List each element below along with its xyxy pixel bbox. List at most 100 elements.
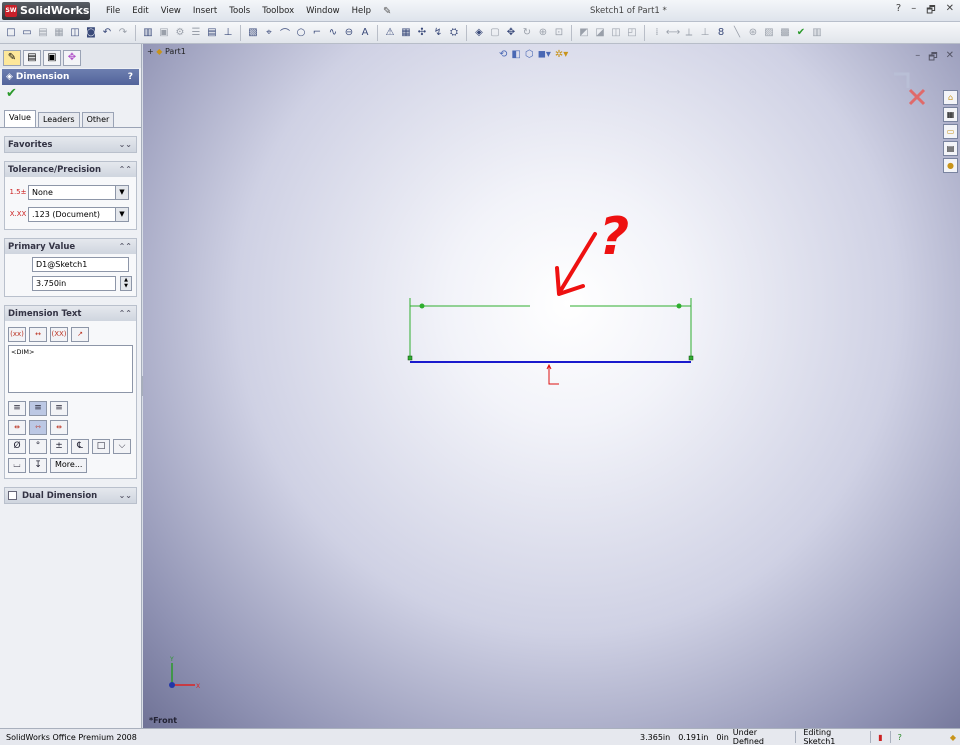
symbol-dropdown-icon[interactable]: ⌵	[113, 439, 131, 454]
relations-icon[interactable]: ⊥	[698, 26, 712, 40]
camera-icon[interactable]: ◙	[84, 26, 98, 40]
more-symbols-button[interactable]: More...	[50, 458, 88, 473]
check-icon[interactable]: ✔	[794, 26, 808, 40]
rebuild-status-icon[interactable]: ▮	[874, 733, 886, 742]
square-symbol-icon[interactable]: □	[92, 439, 110, 454]
tolerance-header[interactable]: Tolerance/Precision ⌃⌃	[5, 162, 136, 177]
plus-minus-symbol-icon[interactable]: ±	[50, 439, 68, 454]
text-position-right-icon[interactable]: ⇹	[50, 420, 68, 435]
open-folder-icon[interactable]: ▭	[20, 26, 34, 40]
menu-file[interactable]: File	[100, 6, 126, 16]
expand-chevron-icon[interactable]: ⌄⌄	[119, 491, 132, 500]
tab-leaders[interactable]: Leaders	[37, 112, 80, 127]
depth-symbol-icon[interactable]: ↧	[29, 458, 47, 473]
line-icon[interactable]: ╲	[730, 26, 744, 40]
primary-value-header[interactable]: Primary Value ⌃⌃	[5, 239, 136, 254]
move-icon[interactable]: ✥	[504, 26, 518, 40]
minimize-button[interactable]: –	[911, 3, 916, 20]
expand-chevron-icon[interactable]: ⌄⌄	[119, 140, 132, 149]
menu-help[interactable]: Help	[346, 6, 377, 16]
options-icon[interactable]: ⚙	[173, 26, 187, 40]
value-spinner[interactable]: ▲ ▼	[120, 276, 132, 291]
dual-dimension-checkbox[interactable]	[8, 491, 17, 500]
menu-window[interactable]: Window	[300, 6, 346, 16]
degree-symbol-icon[interactable]: °	[29, 439, 47, 454]
display-style-icon[interactable]: ◫	[609, 26, 623, 40]
help-icon[interactable]: ?	[896, 3, 901, 20]
sketch-endpoint-right[interactable]	[688, 355, 694, 361]
library-icon[interactable]: ▥	[810, 26, 824, 40]
align-right-icon[interactable]: ≡	[50, 401, 68, 416]
repair-icon[interactable]: ⛭	[447, 26, 461, 40]
menu-view[interactable]: View	[155, 6, 187, 16]
close-button[interactable]: ✕	[946, 3, 954, 20]
print-icon[interactable]: ▦	[52, 26, 66, 40]
dimxpert-tab-icon[interactable]: ✥	[63, 50, 81, 66]
zoom-icon[interactable]: ⊕	[536, 26, 550, 40]
linear-pattern-icon[interactable]: ⁞	[650, 26, 664, 40]
spline-icon[interactable]: ∿	[326, 26, 340, 40]
circle-icon[interactable]: ○	[294, 26, 308, 40]
dropdown-arrow-icon[interactable]: ▼	[115, 207, 128, 221]
collapse-chevron-icon[interactable]: ⌃⌃	[119, 165, 132, 174]
text-position-left-icon[interactable]: ⇹	[8, 420, 26, 435]
menu-tools[interactable]: Tools	[223, 6, 256, 16]
dropdown-arrow-icon[interactable]: ▼	[115, 185, 128, 199]
favorites-header[interactable]: Favorites ⌄⌄	[5, 137, 136, 152]
add-parentheses-button[interactable]: (xx)	[8, 327, 26, 342]
photo-icon[interactable]: ▨	[762, 26, 776, 40]
tangent-arc-icon[interactable]: ⌐	[310, 26, 324, 40]
pattern-icon[interactable]: ✣	[415, 26, 429, 40]
assembly-icon[interactable]: ◈	[472, 26, 486, 40]
smart-dimension-icon[interactable]: ⌖	[262, 26, 276, 40]
grid-icon[interactable]: ▦	[399, 26, 413, 40]
rotate-icon[interactable]: ↻	[520, 26, 534, 40]
text-position-center-icon[interactable]: ⇿	[29, 420, 47, 435]
picture-icon[interactable]: ▧	[246, 26, 260, 40]
menu-toolbox[interactable]: Toolbox	[256, 6, 300, 16]
menu-edit[interactable]: Edit	[126, 6, 154, 16]
arc-icon[interactable]: ⌒	[278, 26, 292, 40]
feature-manager-tab-icon[interactable]: ✎	[3, 50, 21, 66]
redo-icon[interactable]: ↷	[116, 26, 130, 40]
dimension-handle-right[interactable]	[676, 303, 682, 309]
configuration-manager-tab-icon[interactable]: ▣	[43, 50, 61, 66]
undo-icon[interactable]: ↶	[100, 26, 114, 40]
centerline-symbol-icon[interactable]: ℄	[71, 439, 89, 454]
convert-icon[interactable]: ⊛	[746, 26, 760, 40]
mirror-icon[interactable]: ⟷	[666, 26, 680, 40]
hide-show-icon[interactable]: ◰	[625, 26, 639, 40]
list-icon[interactable]: ☰	[189, 26, 203, 40]
tab-value[interactable]: Value	[4, 110, 36, 127]
ok-button[interactable]: ✔	[0, 86, 141, 106]
graphics-area[interactable]: + ◆ Part1 ⟲ ◧ ⬡ ◼▾ ✲▾ – 🗗 ✕ ⌂ ▦ ▭ ▤ ● ? …	[143, 44, 960, 728]
dimension-text-header[interactable]: Dimension Text ⌃⌃	[5, 306, 136, 321]
section-view-icon[interactable]: ◩	[577, 26, 591, 40]
menu-insert[interactable]: Insert	[187, 6, 223, 16]
tag-icon[interactable]: ◆	[946, 733, 960, 742]
sketch-endpoint-left[interactable]	[407, 355, 413, 361]
solidworks-logo[interactable]: SW SolidWorks	[2, 2, 90, 20]
drawing-icon[interactable]: ▢	[488, 26, 502, 40]
offset-icon[interactable]: ⟂	[682, 26, 696, 40]
dimension-name-field[interactable]: D1@Sketch1	[32, 257, 129, 272]
pan-icon[interactable]: ⊡	[552, 26, 566, 40]
offset-text-button[interactable]: ↗	[71, 327, 89, 342]
counterbore-symbol-icon[interactable]: ⌴	[8, 458, 26, 473]
diameter-symbol-icon[interactable]: Ø	[8, 439, 26, 454]
feature-icon[interactable]: ▣	[157, 26, 171, 40]
dimension-text-area[interactable]: <DIM>	[8, 345, 133, 393]
center-dimension-button[interactable]: ↔	[29, 327, 47, 342]
save-icon[interactable]: ▤	[36, 26, 50, 40]
align-center-icon[interactable]: ≡	[29, 401, 47, 416]
render-icon[interactable]: ▩	[778, 26, 792, 40]
inspection-dimension-button[interactable]: (XX)	[50, 327, 68, 342]
ellipse-icon[interactable]: ⊖	[342, 26, 356, 40]
dual-dimension-header[interactable]: Dual Dimension ⌄⌄	[5, 488, 136, 503]
rebuild-icon[interactable]: ▥	[141, 26, 155, 40]
align-left-icon[interactable]: ≡	[8, 401, 26, 416]
tab-other[interactable]: Other	[81, 112, 115, 127]
tolerance-type-select[interactable]: None ▼	[28, 184, 129, 200]
dimension-tool-icon[interactable]: ⊥	[221, 26, 235, 40]
collapse-chevron-icon[interactable]: ⌃⌃	[119, 242, 132, 251]
